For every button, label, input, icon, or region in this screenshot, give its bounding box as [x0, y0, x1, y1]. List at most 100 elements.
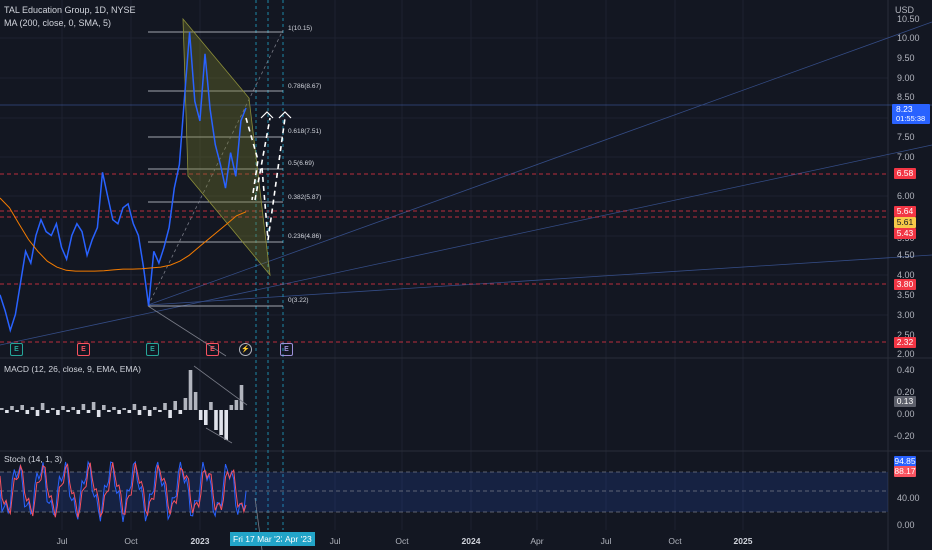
- price-tick: 4.50: [897, 250, 915, 260]
- macd-bar: [96, 410, 101, 417]
- macd-bar: [86, 410, 91, 413]
- price-tick: 2.00: [897, 349, 915, 359]
- macd-bar: [91, 402, 96, 410]
- time-tick: Jul: [56, 536, 68, 546]
- macd-bar: [224, 410, 228, 440]
- macd-bar: [66, 410, 70, 412]
- time-tick: Oct: [395, 536, 409, 546]
- fib-label: 1(10.15): [288, 25, 313, 32]
- fib-label: 0(3.22): [288, 297, 309, 304]
- stoch-title[interactable]: Stoch (14, 1, 3): [4, 454, 62, 464]
- stoch-tick: 0.00: [897, 520, 915, 530]
- time-tick: Jul: [600, 536, 612, 546]
- macd-value-tag: 0.13: [894, 396, 916, 407]
- macd-title[interactable]: MACD (12, 26, close, 9, EMA, EMA): [4, 364, 141, 374]
- macd-bar: [183, 398, 188, 410]
- macd-bar: [35, 410, 40, 416]
- macd-bar: [234, 400, 239, 410]
- stoch-d-tag: 88.17: [894, 466, 916, 477]
- macd-bar: [153, 407, 157, 410]
- time-tick: Apr: [530, 536, 544, 546]
- macd-bar: [122, 408, 126, 410]
- macd-histogram[interactable]: [0, 370, 244, 440]
- time-tick: Oct: [124, 536, 138, 546]
- macd-bar: [188, 370, 193, 410]
- macd-bar: [127, 410, 132, 413]
- macd-bar: [102, 405, 106, 410]
- time-tick: 2023: [190, 536, 210, 546]
- price-tick: 10.50: [897, 14, 920, 24]
- chart-canvas[interactable]: [0, 0, 932, 550]
- price-tick: 10.00: [897, 33, 920, 43]
- macd-bar: [178, 410, 183, 414]
- macd-tick: -0.20: [894, 431, 915, 441]
- macd-bar: [30, 407, 35, 410]
- time-tick: Jul: [329, 536, 341, 546]
- time-highlight-date: Fri 17 Mar '23: [230, 532, 289, 546]
- earnings-event-icon[interactable]: E: [206, 343, 219, 356]
- macd-bar: [76, 410, 81, 414]
- macd-bar: [173, 401, 177, 410]
- macd-bar: [158, 410, 162, 412]
- price-tag: 3.80: [894, 279, 916, 290]
- price-tick: 7.50: [897, 132, 915, 142]
- earnings-event-icon[interactable]: E: [146, 343, 159, 356]
- channel-drawing[interactable]: [182, 17, 271, 277]
- macd-bar: [107, 410, 111, 412]
- fib-label: 0.786(8.67): [288, 83, 322, 90]
- macd-bar: [229, 405, 234, 410]
- macd-bar: [193, 392, 198, 410]
- macd-bar: [163, 403, 167, 410]
- earnings-event-icon[interactable]: E: [280, 343, 293, 356]
- price-tag: 5.61: [894, 217, 916, 228]
- macd-bar: [204, 410, 208, 425]
- symbol-title[interactable]: TAL Education Group, 1D, NYSE: [4, 5, 136, 15]
- macd-bar: [147, 410, 152, 416]
- macd-bar: [20, 405, 24, 410]
- bar-countdown: 01:55:38: [896, 114, 926, 123]
- fib-label: 0.618(7.51): [288, 128, 322, 135]
- macd-bar: [117, 410, 121, 414]
- macd-bar: [45, 410, 50, 413]
- macd-bar: [142, 406, 147, 410]
- macd-bar: [132, 404, 137, 410]
- price-tick: 9.00: [897, 73, 915, 83]
- macd-bar: [61, 406, 65, 410]
- macd-bar: [137, 410, 142, 415]
- price-tick: 8.50: [897, 92, 915, 102]
- macd-bar: [51, 408, 55, 410]
- macd-tick: 0.40: [897, 365, 915, 375]
- time-tick: Oct: [668, 536, 682, 546]
- macd-bar: [81, 404, 86, 410]
- time-highlight-month: Apr '23: [282, 532, 315, 546]
- macd-bar: [10, 406, 14, 410]
- ma-legend[interactable]: MA (200, close, 0, SMA, 5): [4, 18, 111, 28]
- arrow-heads: [260, 111, 292, 119]
- macd-bar: [71, 407, 75, 410]
- macd-bar: [56, 410, 60, 415]
- macd-tick: 0.00: [897, 409, 915, 419]
- price-tag: 6.58: [894, 168, 916, 179]
- time-tick: 2024: [461, 536, 481, 546]
- time-tick: 2025: [733, 536, 753, 546]
- price-tag: 5.64: [894, 206, 916, 217]
- earnings-event-icon[interactable]: E: [77, 343, 90, 356]
- macd-bar: [209, 402, 213, 410]
- macd-bar: [40, 403, 45, 410]
- macd-bar: [214, 410, 218, 430]
- last-price-badge: 8.23 01:55:38: [892, 104, 930, 124]
- price-tick: 7.00: [897, 152, 915, 162]
- trend-lines[interactable]: [0, 21, 932, 346]
- macd-bar: [219, 410, 223, 435]
- price-tick: 9.50: [897, 53, 915, 63]
- fib-label: 0.382(5.87): [288, 194, 322, 201]
- macd-bar: [198, 410, 203, 420]
- macd-bar: [168, 410, 172, 418]
- fib-label: 0.236(4.86): [288, 233, 322, 240]
- split-event-icon[interactable]: ⚡: [239, 343, 252, 356]
- macd-bar: [5, 410, 9, 413]
- macd-bar: [15, 410, 19, 412]
- stoch-tick: 40.00: [897, 493, 920, 503]
- earnings-event-icon[interactable]: E: [10, 343, 23, 356]
- macd-bar: [112, 407, 116, 410]
